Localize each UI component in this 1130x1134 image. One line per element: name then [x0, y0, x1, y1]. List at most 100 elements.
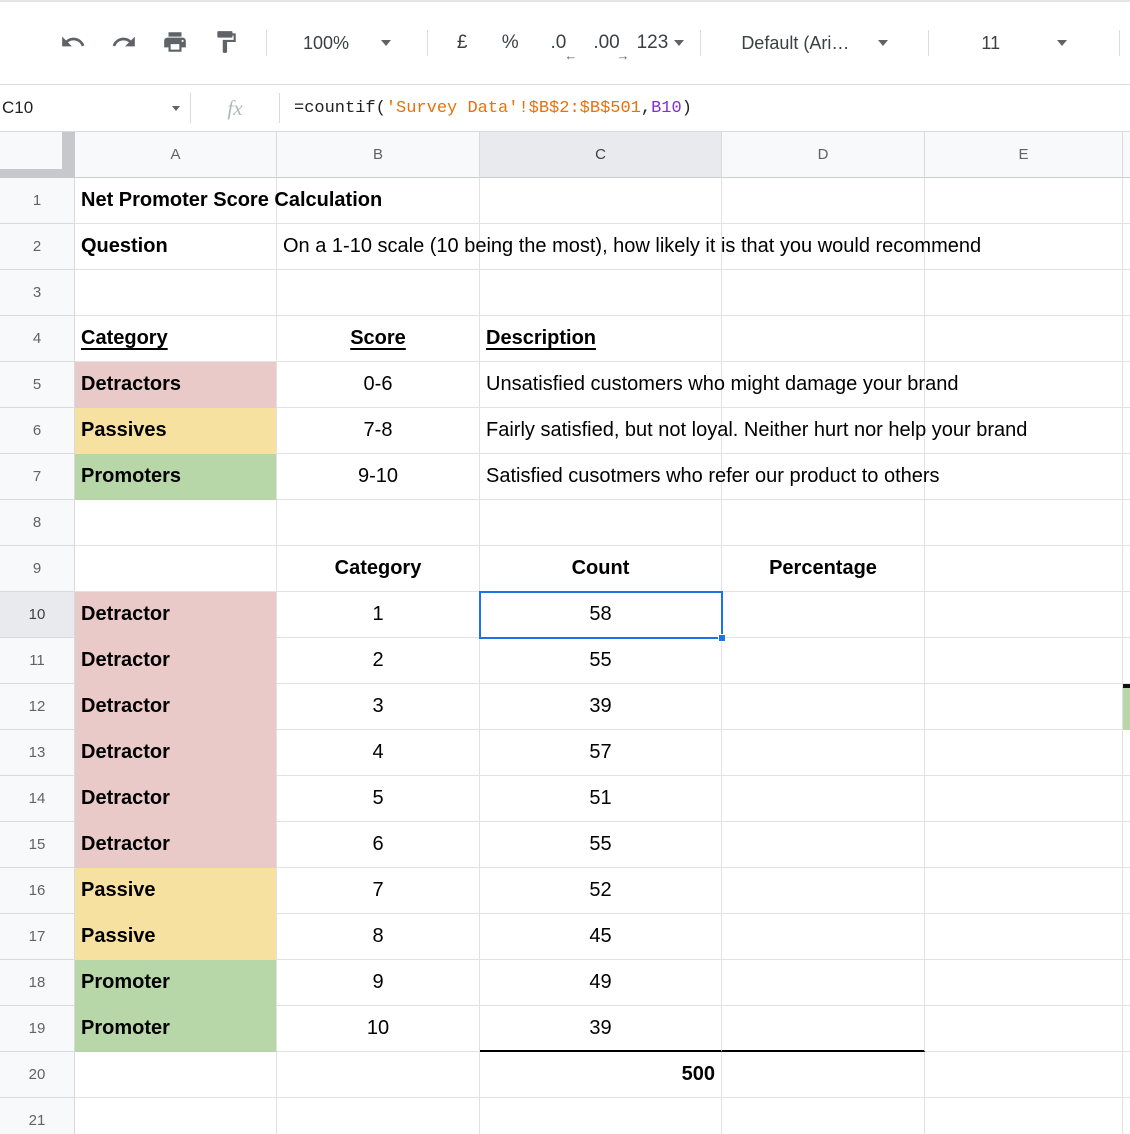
- cell-F10[interactable]: [1123, 592, 1130, 638]
- row-header-18[interactable]: 18: [0, 960, 75, 1006]
- row-header-13[interactable]: 13: [0, 730, 75, 776]
- cell-D21[interactable]: [722, 1098, 925, 1134]
- cell-A8[interactable]: [75, 500, 277, 546]
- cell-E19[interactable]: [925, 1006, 1123, 1052]
- row-header-12[interactable]: 12: [0, 684, 75, 730]
- cell-C9[interactable]: Count: [480, 546, 722, 592]
- cell-C19[interactable]: 39: [480, 1006, 722, 1052]
- cell-D13[interactable]: [722, 730, 925, 776]
- select-all-corner[interactable]: [0, 132, 75, 178]
- cell-E13[interactable]: [925, 730, 1123, 776]
- cell-B9[interactable]: Category: [277, 546, 480, 592]
- cell-D17[interactable]: [722, 914, 925, 960]
- cell-C1[interactable]: [480, 178, 722, 224]
- cell-B17[interactable]: 8: [277, 914, 480, 960]
- row-header-11[interactable]: 11: [0, 638, 75, 684]
- cell-D20[interactable]: [722, 1052, 925, 1098]
- cell-C15[interactable]: 55: [480, 822, 722, 868]
- cell-C12[interactable]: 39: [480, 684, 722, 730]
- row-header-19[interactable]: 19: [0, 1006, 75, 1052]
- row-header-15[interactable]: 15: [0, 822, 75, 868]
- cell-C18[interactable]: 49: [480, 960, 722, 1006]
- formula-input[interactable]: =countif('Survey Data'!$B$2:$B$501,B10): [280, 99, 1130, 118]
- cell-B12[interactable]: 3: [277, 684, 480, 730]
- cell-B6[interactable]: 7-8: [277, 408, 480, 454]
- row-header-3[interactable]: 3: [0, 270, 75, 316]
- cell-E15[interactable]: [925, 822, 1123, 868]
- cell-B16[interactable]: 7: [277, 868, 480, 914]
- fill-handle[interactable]: [718, 634, 726, 642]
- cell-B21[interactable]: [277, 1098, 480, 1134]
- cell-F19[interactable]: [1123, 1006, 1130, 1052]
- name-box[interactable]: C10: [0, 85, 190, 131]
- cell-D14[interactable]: [722, 776, 925, 822]
- cell-A5[interactable]: Detractors: [75, 362, 277, 408]
- row-header-4[interactable]: 4: [0, 316, 75, 362]
- cell-F18[interactable]: [1123, 960, 1130, 1006]
- cell-D1[interactable]: [722, 178, 925, 224]
- cell-C20[interactable]: 500: [480, 1052, 722, 1098]
- cell-F17[interactable]: [1123, 914, 1130, 960]
- cell-F20[interactable]: [1123, 1052, 1130, 1098]
- column-header-E[interactable]: E: [925, 132, 1123, 178]
- cell-F2[interactable]: [1123, 224, 1130, 270]
- cell-B10[interactable]: 1: [277, 592, 480, 638]
- cell-B5[interactable]: 0-6: [277, 362, 480, 408]
- cell-C5[interactable]: Unsatisfied customers who might damage y…: [480, 362, 722, 408]
- cell-B19[interactable]: 10: [277, 1006, 480, 1052]
- cell-E18[interactable]: [925, 960, 1123, 1006]
- cell-F7[interactable]: [1123, 454, 1130, 500]
- cell-C7[interactable]: Satisfied cusotmers who refer our produc…: [480, 454, 722, 500]
- cell-A12[interactable]: Detractor: [75, 684, 277, 730]
- column-header-D[interactable]: D: [722, 132, 925, 178]
- cell-E14[interactable]: [925, 776, 1123, 822]
- cell-A13[interactable]: Detractor: [75, 730, 277, 776]
- cell-A15[interactable]: Detractor: [75, 822, 277, 868]
- cell-B4[interactable]: Score: [277, 316, 480, 362]
- cell-F14[interactable]: [1123, 776, 1130, 822]
- cell-E8[interactable]: [925, 500, 1123, 546]
- row-header-1[interactable]: 1: [0, 178, 75, 224]
- cell-C17[interactable]: 45: [480, 914, 722, 960]
- column-header-B[interactable]: B: [277, 132, 480, 178]
- cell-B18[interactable]: 9: [277, 960, 480, 1006]
- format-currency-button[interactable]: £: [438, 23, 486, 63]
- cell-E16[interactable]: [925, 868, 1123, 914]
- cell-C16[interactable]: 52: [480, 868, 722, 914]
- row-header-16[interactable]: 16: [0, 868, 75, 914]
- cell-A14[interactable]: Detractor: [75, 776, 277, 822]
- cell-F16[interactable]: [1123, 868, 1130, 914]
- cell-C21[interactable]: [480, 1098, 722, 1134]
- cell-C6[interactable]: Fairly satisfied, but not loyal. Neither…: [480, 408, 722, 454]
- row-header-7[interactable]: 7: [0, 454, 75, 500]
- cell-F8[interactable]: [1123, 500, 1130, 546]
- cell-A10[interactable]: Detractor: [75, 592, 277, 638]
- cell-A11[interactable]: Detractor: [75, 638, 277, 684]
- cell-C4[interactable]: Description: [480, 316, 722, 362]
- cell-F1[interactable]: [1123, 178, 1130, 224]
- cell-D9[interactable]: Percentage: [722, 546, 925, 592]
- zoom-select[interactable]: 100%: [277, 23, 417, 63]
- cell-B8[interactable]: [277, 500, 480, 546]
- cell-B15[interactable]: 6: [277, 822, 480, 868]
- cell-A18[interactable]: Promoter: [75, 960, 277, 1006]
- cell-B20[interactable]: [277, 1052, 480, 1098]
- cell-F5[interactable]: [1123, 362, 1130, 408]
- cell-D4[interactable]: [722, 316, 925, 362]
- cell-F11[interactable]: [1123, 638, 1130, 684]
- cell-B2[interactable]: On a 1-10 scale (10 being the most), how…: [277, 224, 480, 270]
- cell-D15[interactable]: [722, 822, 925, 868]
- cell-D11[interactable]: [722, 638, 925, 684]
- cell-A4[interactable]: Category: [75, 316, 277, 362]
- cell-F13[interactable]: [1123, 730, 1130, 776]
- cell-A19[interactable]: Promoter: [75, 1006, 277, 1052]
- cell-F9[interactable]: [1123, 546, 1130, 592]
- cell-F15[interactable]: [1123, 822, 1130, 868]
- row-header-6[interactable]: 6: [0, 408, 75, 454]
- cell-E11[interactable]: [925, 638, 1123, 684]
- cell-D8[interactable]: [722, 500, 925, 546]
- row-header-14[interactable]: 14: [0, 776, 75, 822]
- cell-D3[interactable]: [722, 270, 925, 316]
- cell-C3[interactable]: [480, 270, 722, 316]
- print-button[interactable]: [154, 23, 195, 63]
